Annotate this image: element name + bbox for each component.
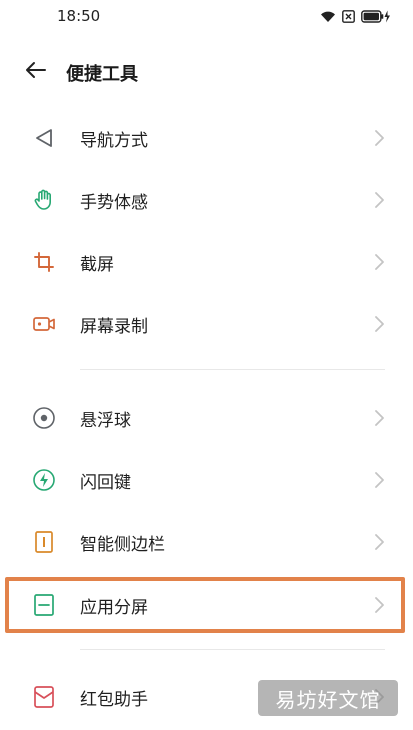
split-screen-icon bbox=[30, 591, 58, 619]
menu-item-label: 应用分屏 bbox=[80, 598, 148, 618]
chevron-right-icon bbox=[372, 595, 386, 615]
navigation-triangle-icon bbox=[30, 124, 58, 152]
crop-screenshot-icon bbox=[30, 248, 58, 276]
red-packet-icon bbox=[30, 683, 58, 711]
header: 便捷工具 bbox=[0, 50, 413, 94]
floating-ball-icon bbox=[30, 404, 58, 432]
menu-item-label: 悬浮球 bbox=[80, 411, 131, 431]
menu-item-label: 红包助手 bbox=[80, 690, 148, 710]
menu-item-floating-ball[interactable]: 悬浮球 bbox=[0, 390, 413, 446]
menu-item-screenshot[interactable]: 截屏 bbox=[0, 234, 413, 290]
menu-item-split-screen[interactable]: 应用分屏 bbox=[0, 577, 413, 633]
back-button[interactable] bbox=[20, 58, 50, 86]
menu-item-label: 屏幕录制 bbox=[80, 317, 148, 337]
hand-gesture-icon bbox=[30, 186, 58, 214]
watermark: 易坊好文馆 bbox=[258, 680, 398, 716]
menu-item-flash-back[interactable]: 闪回键 bbox=[0, 452, 413, 508]
chevron-right-icon bbox=[372, 470, 386, 490]
arrow-left-icon bbox=[24, 61, 46, 83]
battery-charging-icon bbox=[361, 8, 391, 27]
menu-item-label: 闪回键 bbox=[80, 473, 131, 493]
sidebar-icon bbox=[30, 528, 58, 556]
chevron-right-icon bbox=[372, 408, 386, 428]
menu-item-gesture[interactable]: 手势体感 bbox=[0, 172, 413, 228]
menu-item-label: 截屏 bbox=[80, 255, 114, 275]
chevron-right-icon bbox=[372, 128, 386, 148]
wifi-icon bbox=[320, 8, 336, 27]
chevron-right-icon bbox=[372, 190, 386, 210]
menu-item-label: 导航方式 bbox=[80, 131, 148, 151]
menu-item-navigation[interactable]: 导航方式 bbox=[0, 110, 413, 166]
page-title: 便捷工具 bbox=[66, 64, 138, 85]
menu-item-screen-record[interactable]: 屏幕录制 bbox=[0, 296, 413, 352]
chevron-right-icon bbox=[372, 532, 386, 552]
sim-off-icon bbox=[342, 8, 355, 27]
menu-item-smart-sidebar[interactable]: 智能侧边栏 bbox=[0, 514, 413, 570]
section-divider bbox=[80, 369, 385, 370]
menu-item-label: 手势体感 bbox=[80, 193, 148, 213]
section-divider bbox=[80, 649, 385, 650]
chevron-right-icon bbox=[372, 314, 386, 334]
status-time: 18:50 bbox=[57, 7, 101, 25]
chevron-right-icon bbox=[372, 252, 386, 272]
video-record-icon bbox=[30, 310, 58, 338]
lightning-icon bbox=[30, 466, 58, 494]
menu-item-label: 智能侧边栏 bbox=[80, 535, 165, 555]
status-bar: 18:50 bbox=[0, 0, 413, 34]
status-icons bbox=[320, 8, 391, 27]
